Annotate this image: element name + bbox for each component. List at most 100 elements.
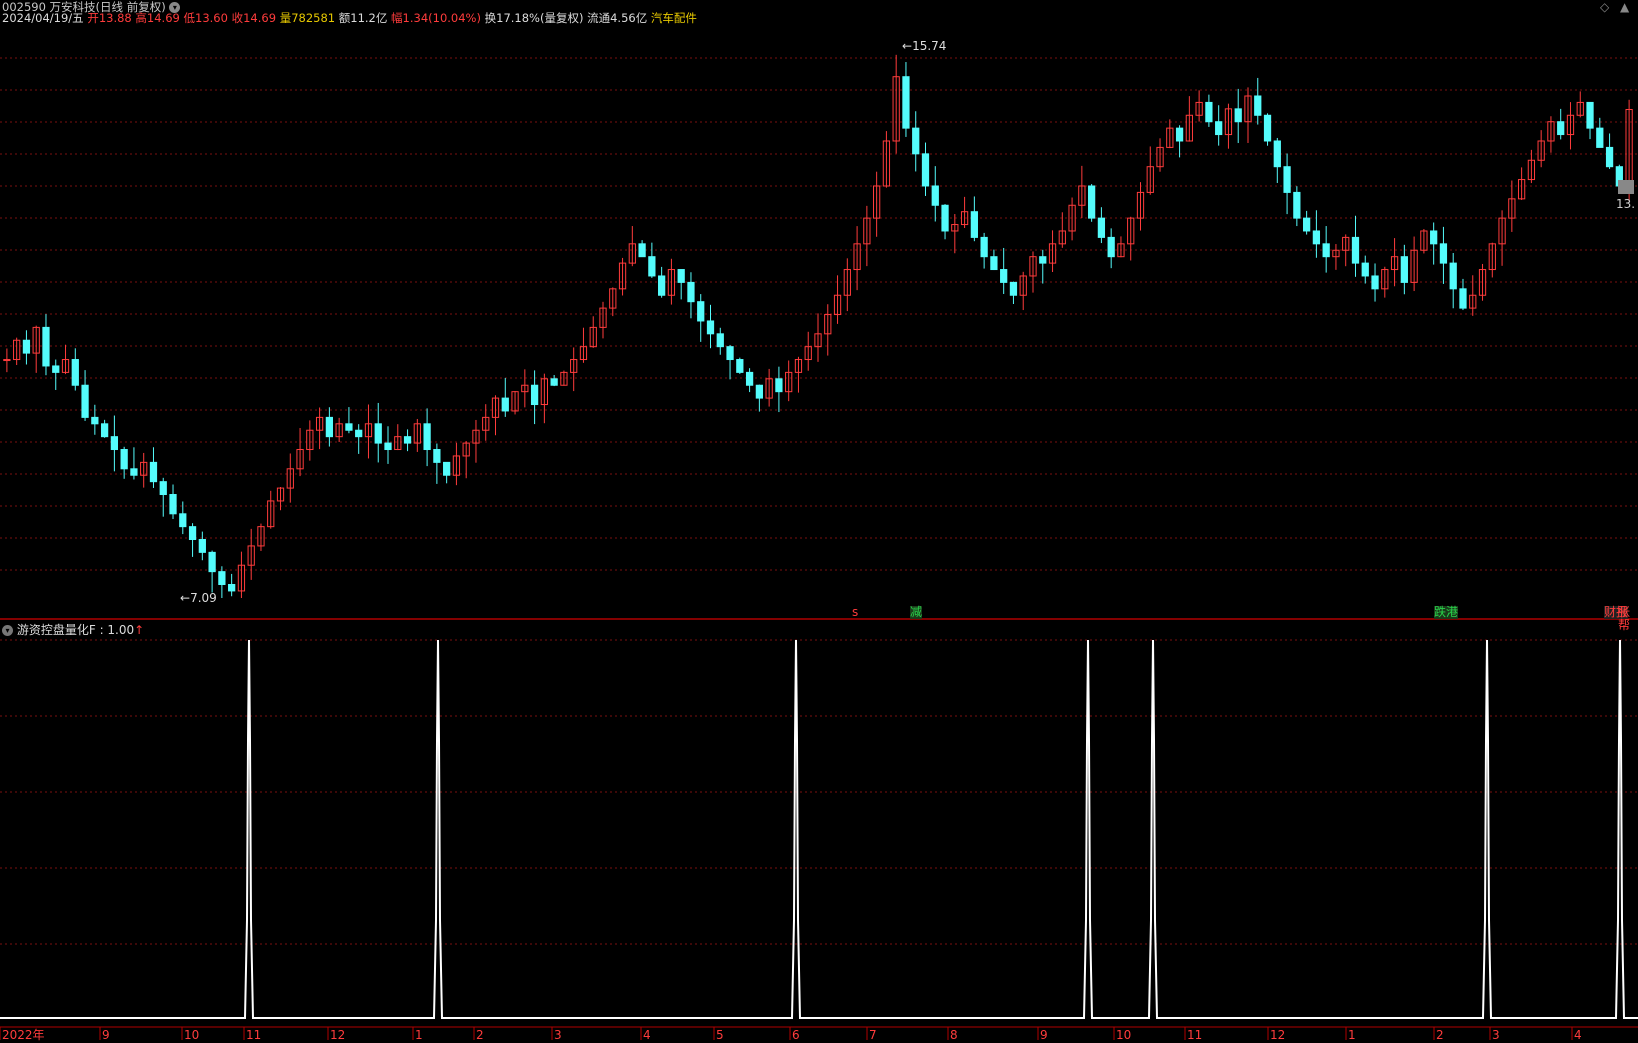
float-cap: 流通4.56亿	[587, 11, 648, 25]
candle-body	[355, 429, 363, 438]
up-arrow-icon: ↑	[134, 623, 145, 637]
x-axis-label: 7	[869, 1028, 877, 1042]
candle-body	[638, 243, 646, 258]
candle-body	[443, 461, 451, 476]
candle-body	[1107, 236, 1115, 258]
candle-body	[1371, 275, 1379, 290]
price-scroll-handle[interactable]	[1618, 180, 1634, 194]
signal-zb[interactable]: 张帮	[1618, 606, 1638, 632]
candle-body	[970, 211, 978, 238]
candle-body	[130, 468, 138, 476]
signal-hk[interactable]: 跌港	[1434, 606, 1459, 619]
candle-body	[208, 551, 216, 573]
candle-body	[677, 269, 685, 283]
candle-body	[1205, 101, 1213, 123]
candle-body	[912, 127, 920, 155]
indicator-header: ▾ 游资控盘量化F : 1.00↑	[2, 623, 144, 637]
low-value: 13.60	[195, 11, 228, 25]
price-right-label: 13.	[1616, 197, 1636, 211]
candle-body	[374, 423, 382, 444]
x-axis-label: 3	[554, 1028, 562, 1042]
candle-body	[921, 153, 930, 187]
candle-body	[716, 333, 724, 348]
candle-body	[980, 236, 988, 258]
diamond-icon[interactable]: ◇	[1600, 0, 1609, 14]
sector-tag[interactable]: 汽车配件	[651, 11, 697, 25]
x-axis-label: 2	[476, 1028, 484, 1042]
quote-row: 2024/04/19/五 开13.88 高14.69 低13.60 收14.69…	[2, 11, 697, 25]
candlestick-series[interactable]	[3, 54, 1633, 598]
indicator-grid	[0, 639, 1638, 945]
candle-body	[745, 371, 754, 386]
candle-body	[1361, 262, 1369, 277]
indicator-name[interactable]: 游资控盘量化F	[17, 623, 96, 637]
candle-body	[775, 378, 783, 393]
candle-body	[736, 359, 744, 373]
candle-body	[384, 442, 392, 451]
candle-body	[1596, 127, 1604, 148]
candle-body	[1400, 256, 1408, 283]
indicator-menu-icon[interactable]: ▾	[2, 625, 13, 636]
chart-canvas	[0, 54, 1638, 1040]
candle-body	[433, 449, 441, 463]
x-axis-label: 11	[246, 1028, 262, 1042]
candle-body	[403, 436, 412, 444]
candle-body	[990, 256, 998, 271]
signal-s[interactable]: s	[852, 606, 858, 619]
candle-body	[1322, 243, 1330, 258]
x-axis-label: 11	[1187, 1028, 1203, 1042]
x-axis-label: 12	[330, 1028, 346, 1042]
candle-body	[1175, 127, 1184, 142]
candle-body	[1009, 281, 1018, 296]
candle-body	[1302, 217, 1311, 232]
caret-up-icon[interactable]: ▲	[1620, 0, 1629, 14]
vol-label: 量	[279, 11, 292, 25]
price-low-label: ←7.09	[180, 591, 217, 605]
x-axis-label: 4	[1574, 1028, 1582, 1042]
candle-body	[726, 346, 734, 361]
x-axis-label: 10	[1116, 1028, 1132, 1042]
candle-body	[550, 378, 558, 386]
candle-body	[159, 481, 167, 496]
x-axis-label: 5	[716, 1028, 724, 1042]
x-axis-label: 4	[643, 1028, 651, 1042]
x-axis-label: 9	[1040, 1028, 1048, 1042]
indicator-line	[0, 639, 1638, 1019]
candle-body	[1088, 185, 1096, 219]
candle-body	[100, 423, 109, 438]
candle-body	[3, 359, 11, 362]
candle-body	[91, 416, 99, 425]
amount: 额11.2亿	[338, 11, 388, 25]
close-value: 14.69	[243, 11, 277, 25]
candle-body	[81, 384, 89, 418]
candle-body	[1439, 243, 1448, 264]
high-value: 14.69	[146, 11, 180, 25]
candle-body	[1586, 101, 1594, 129]
change-value: 1.34(10.04%)	[402, 11, 481, 25]
candle-body	[1557, 121, 1565, 136]
candle-body	[169, 494, 177, 515]
candle-body	[110, 436, 119, 451]
indicator-value: : 1.00	[99, 623, 135, 637]
candle-body	[1605, 146, 1614, 168]
candle-body	[902, 76, 910, 129]
candle-body	[52, 365, 60, 373]
signal-reduce[interactable]: 减	[910, 606, 923, 619]
candle-body	[648, 256, 656, 277]
x-axis-label: 3	[1492, 1028, 1500, 1042]
x-axis-label: 2022年	[2, 1028, 45, 1042]
price-grid	[0, 57, 1638, 571]
candle-body	[706, 320, 715, 335]
candle-body	[423, 423, 431, 451]
candle-body	[188, 526, 197, 541]
candle-body	[149, 461, 158, 483]
candle-body	[755, 384, 763, 399]
candle-body	[42, 326, 50, 367]
x-axis-label: 12	[1270, 1028, 1286, 1042]
candle-body	[218, 571, 226, 586]
candle-body	[1273, 140, 1281, 168]
candle-body	[325, 416, 334, 438]
candle-body	[1351, 236, 1360, 264]
candle-body	[687, 281, 695, 303]
candle-body	[1254, 95, 1262, 116]
